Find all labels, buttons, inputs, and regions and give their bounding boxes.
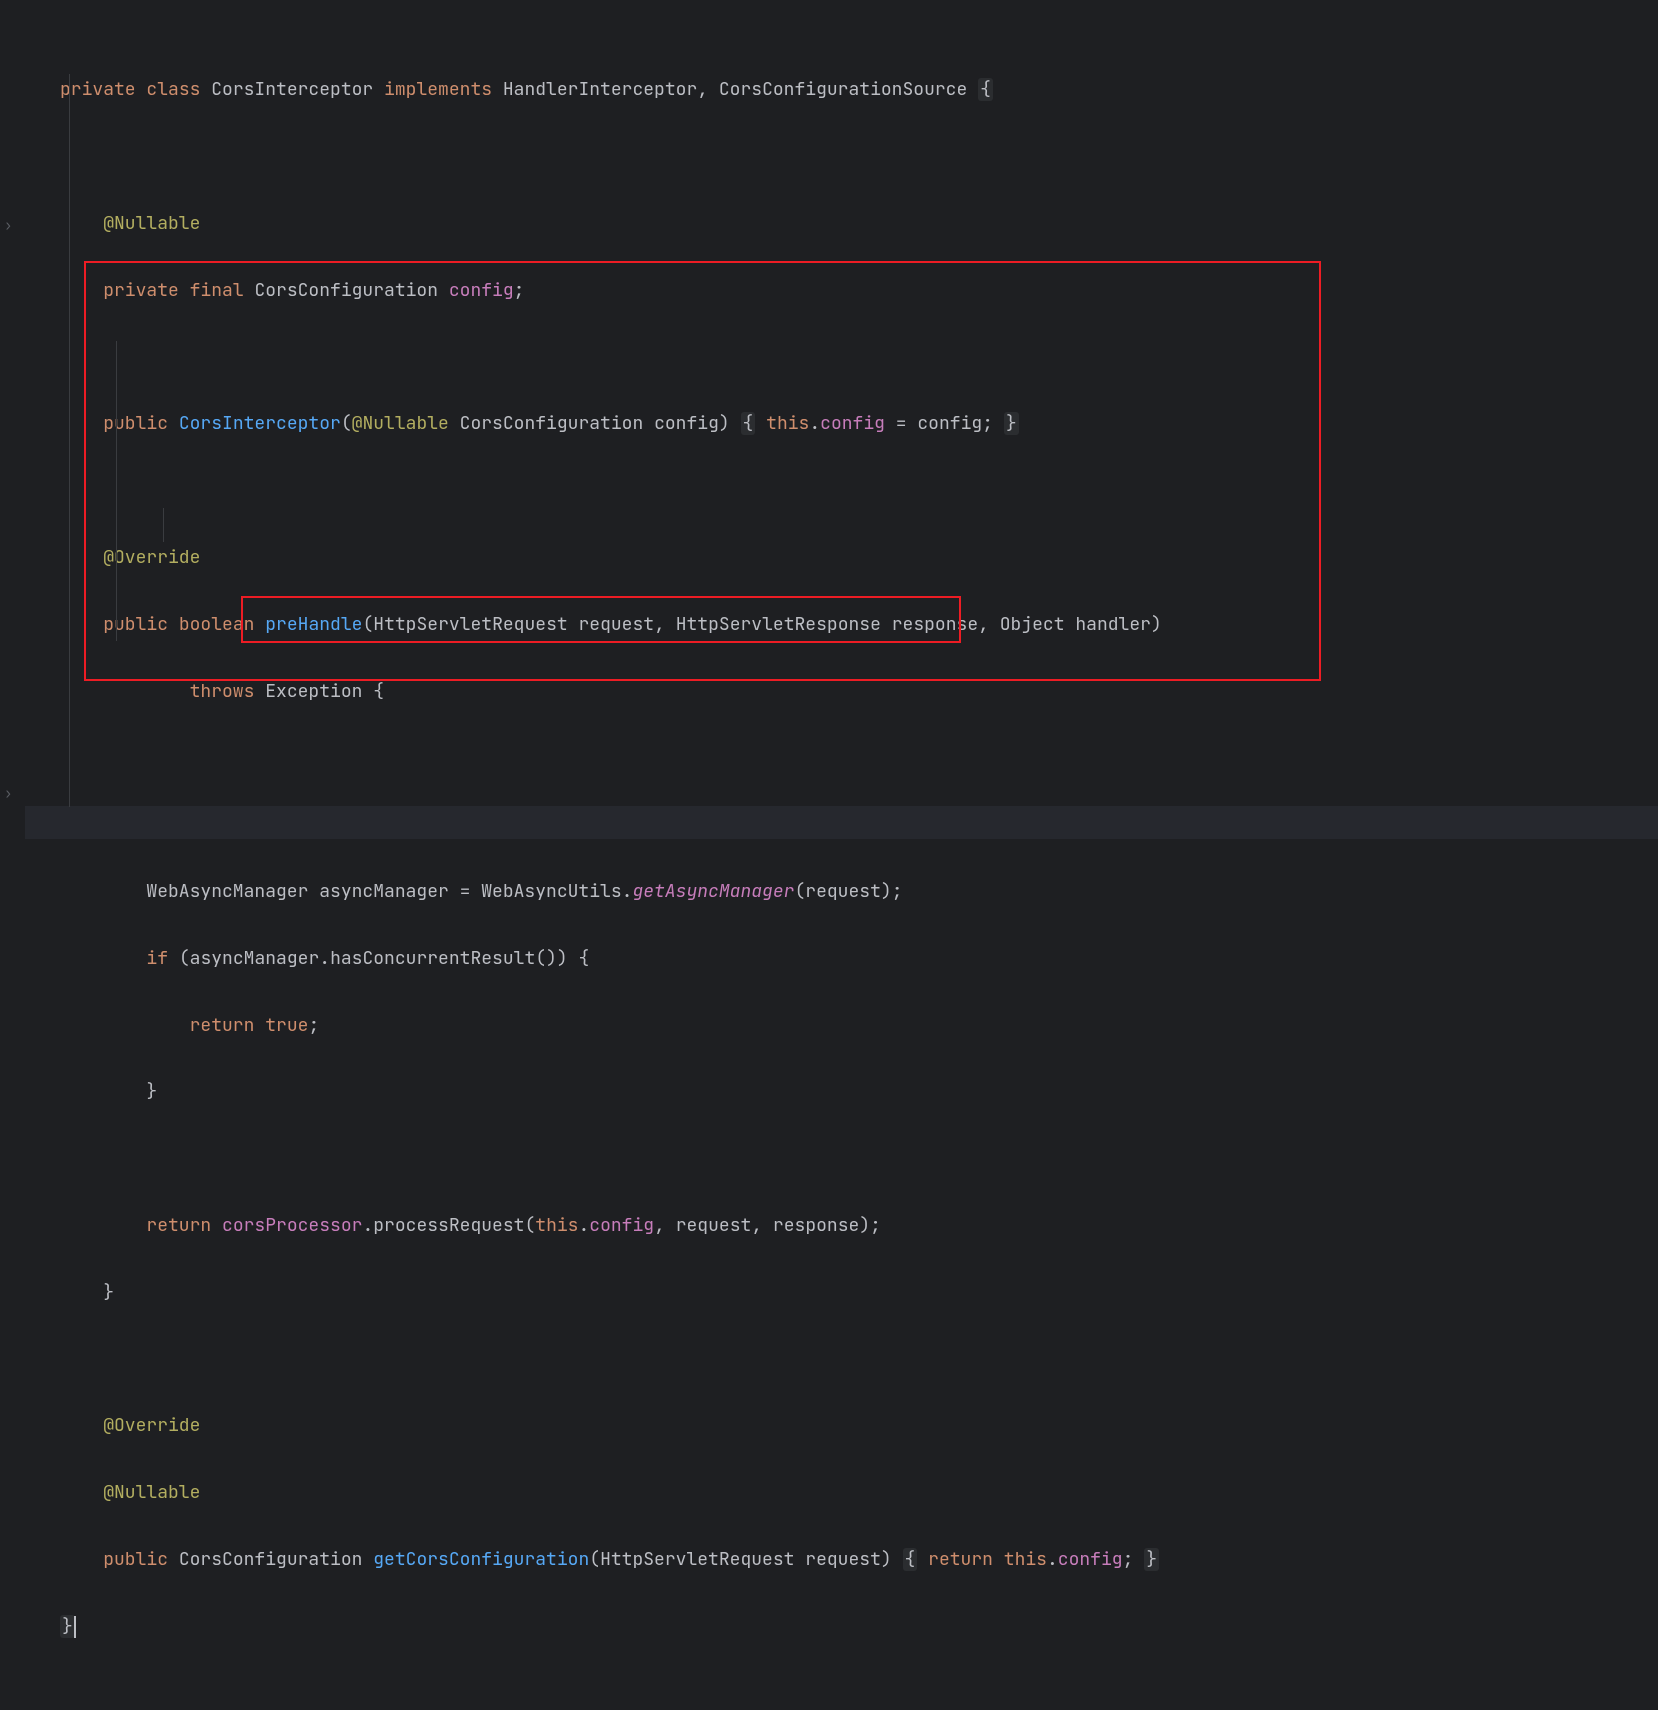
- code-line[interactable]: public CorsInterceptor(@Nullable CorsCon…: [60, 407, 1658, 440]
- keyword-private: private: [60, 78, 136, 101]
- code-line[interactable]: @Nullable: [60, 1476, 1658, 1509]
- fold-close-brace[interactable]: }: [1144, 1548, 1159, 1571]
- static-method-call: getAsyncManager: [632, 880, 794, 903]
- code-line[interactable]: [60, 741, 1658, 774]
- constructor-name: CorsInterceptor: [179, 412, 341, 435]
- fold-close-brace[interactable]: }: [1004, 412, 1019, 435]
- keyword-throws: throws: [190, 680, 255, 703]
- code-line[interactable]: private class CorsInterceptor implements…: [60, 73, 1658, 106]
- keyword-public: public: [103, 412, 168, 435]
- code-editor[interactable]: › › private class CorsInterceptor implem…: [0, 0, 1658, 988]
- keyword-boolean: boolean: [179, 613, 255, 636]
- fold-open-brace[interactable]: {: [903, 1548, 918, 1571]
- fold-open-brace[interactable]: {: [741, 412, 756, 435]
- method-getcorsconfiguration: getCorsConfiguration: [373, 1548, 589, 1571]
- annotation-override: @Override: [103, 546, 200, 569]
- method-prehandle: preHandle: [265, 613, 362, 636]
- code-line[interactable]: [60, 474, 1658, 507]
- indent-guide: [116, 341, 117, 641]
- keyword-return: return: [190, 1014, 255, 1037]
- field-ref: corsProcessor: [222, 1214, 362, 1237]
- annotation-nullable: @Nullable: [352, 412, 449, 435]
- code-line[interactable]: public CorsConfiguration getCorsConfigur…: [60, 1543, 1658, 1576]
- code-line[interactable]: if (asyncManager.hasConcurrentResult()) …: [60, 942, 1658, 975]
- fold-chevron-icon[interactable]: ›: [4, 778, 12, 811]
- keyword-implements: implements: [384, 78, 492, 101]
- code-line[interactable]: [60, 1142, 1658, 1175]
- keyword-true: true: [265, 1014, 308, 1037]
- keyword-if: if: [146, 947, 168, 970]
- code-line[interactable]: return true;: [60, 1009, 1658, 1042]
- type-name: CorsConfiguration: [254, 279, 438, 302]
- gutter: › ›: [0, 0, 25, 988]
- text-caret: [74, 1616, 76, 1638]
- code-content[interactable]: private class CorsInterceptor implements…: [0, 40, 1658, 1710]
- fold-chevron-icon[interactable]: ›: [4, 210, 12, 243]
- brace-close: }: [60, 1615, 75, 1638]
- code-line[interactable]: throws Exception {: [60, 675, 1658, 708]
- annotation-nullable: @Nullable: [103, 1481, 200, 1504]
- brace-open: {: [978, 78, 993, 101]
- code-line[interactable]: [60, 1343, 1658, 1376]
- code-line[interactable]: @Nullable: [60, 207, 1658, 240]
- code-line[interactable]: @Override: [60, 541, 1658, 574]
- class-name: CorsInterceptor: [211, 78, 373, 101]
- code-line[interactable]: public boolean preHandle(HttpServletRequ…: [60, 608, 1658, 641]
- field-name: config: [449, 279, 514, 302]
- code-line[interactable]: [60, 341, 1658, 374]
- code-line[interactable]: [60, 140, 1658, 173]
- interface-name: HandlerInterceptor: [503, 78, 697, 101]
- code-line[interactable]: return corsProcessor.processRequest(this…: [60, 1209, 1658, 1242]
- code-line[interactable]: WebAsyncManager asyncManager = WebAsyncU…: [60, 875, 1658, 908]
- current-line-highlight: [25, 806, 1658, 839]
- code-line[interactable]: }: [60, 1075, 1658, 1108]
- keyword-final: final: [190, 279, 244, 302]
- code-line[interactable]: }: [60, 1276, 1658, 1309]
- annotation-nullable: @Nullable: [103, 212, 200, 235]
- code-line[interactable]: @Override: [60, 1409, 1658, 1442]
- interface-name: CorsConfigurationSource: [719, 78, 967, 101]
- indent-guide: [69, 74, 70, 807]
- code-line[interactable]: }: [60, 1610, 1658, 1643]
- annotation-override: @Override: [103, 1414, 200, 1437]
- code-line[interactable]: private final CorsConfiguration config;: [60, 274, 1658, 307]
- keyword-private: private: [103, 279, 179, 302]
- keyword-class: class: [146, 78, 200, 101]
- indent-guide: [163, 508, 164, 542]
